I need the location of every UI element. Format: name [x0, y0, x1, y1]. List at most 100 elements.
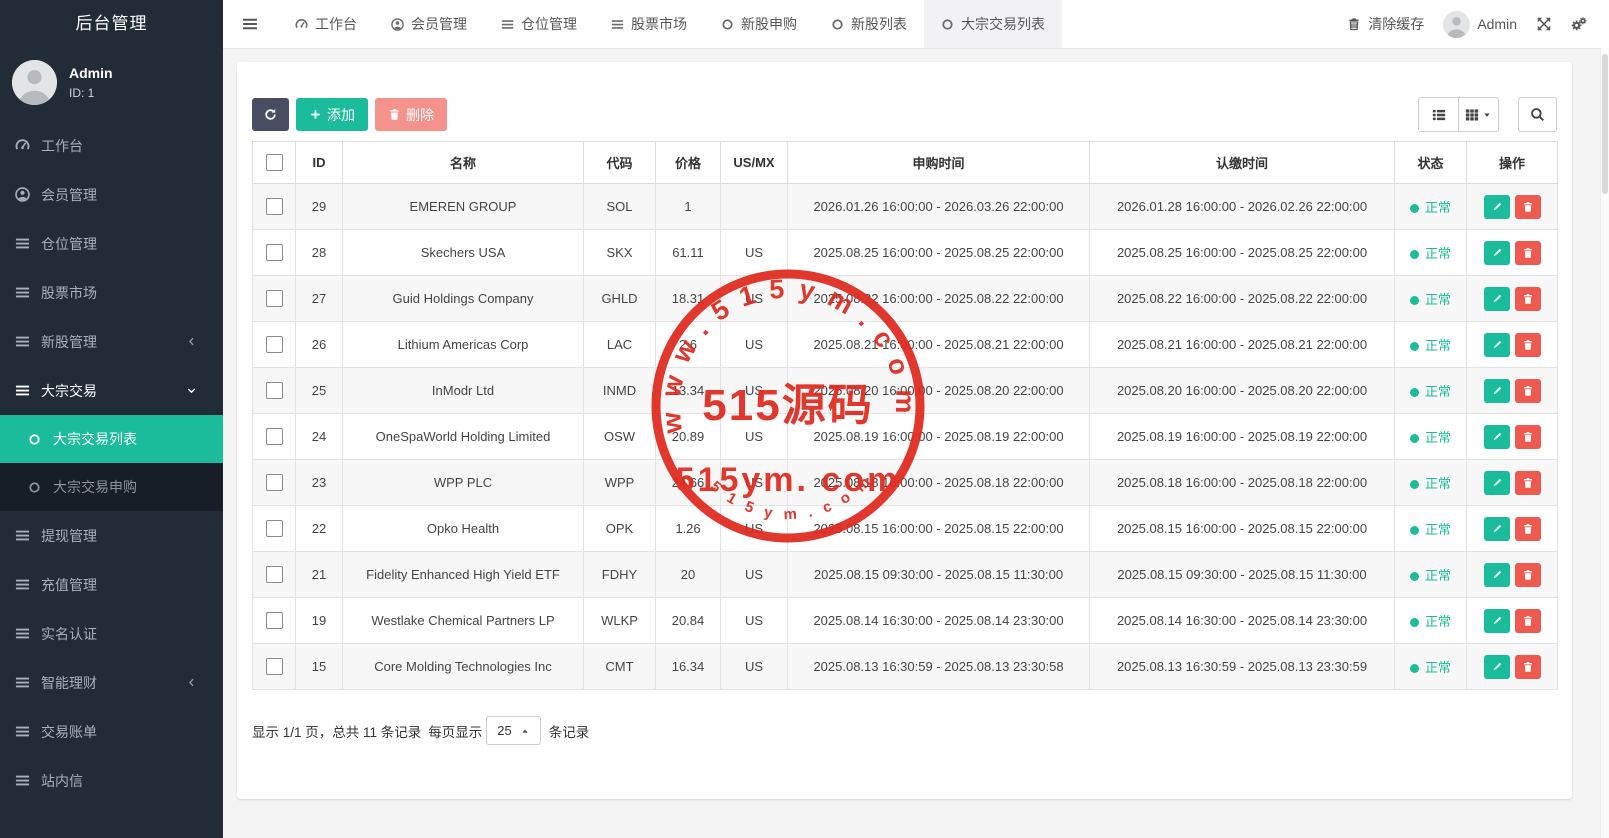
scrollbar-thumb[interactable] [1602, 54, 1608, 194]
cell-name: WPP PLC [343, 460, 584, 506]
navbar-user[interactable]: Admin [1443, 11, 1517, 38]
cell-id: 26 [296, 322, 343, 368]
sidebar-item-withdraw[interactable]: 提现管理 [0, 511, 223, 560]
row-checkbox[interactable] [266, 658, 283, 675]
row-delete-button[interactable] [1515, 655, 1541, 679]
table-row: 21Fidelity Enhanced High Yield ETFFDHY20… [253, 552, 1558, 598]
sidebar-item-members[interactable]: 会员管理 [0, 170, 223, 219]
sidebar-item-block-trade-list[interactable]: 大宗交易列表 [0, 415, 223, 463]
sidebar-item-kyc[interactable]: 实名认证 [0, 609, 223, 658]
nav-tab-stock-market[interactable]: 股票市场 [594, 0, 704, 48]
nav-tab-ipo-subscribe[interactable]: 新股申购 [704, 0, 814, 48]
row-delete-button[interactable] [1515, 379, 1541, 403]
row-edit-button[interactable] [1484, 563, 1510, 587]
row-checkbox[interactable] [266, 198, 283, 215]
cell-apply-time: 2025.08.14 16:30:00 - 2025.08.14 23:30:0… [788, 598, 1090, 644]
page-size-select[interactable]: 25 [486, 716, 540, 745]
user-icon [15, 187, 30, 202]
nav-tab-ipo-list[interactable]: 新股列表 [814, 0, 924, 48]
row-checkbox[interactable] [266, 520, 283, 537]
nav-tab-workbench[interactable]: 工作台 [278, 0, 374, 48]
list-view-button[interactable] [1419, 98, 1458, 131]
row-delete-button[interactable] [1515, 471, 1541, 495]
row-edit-button[interactable] [1484, 425, 1510, 449]
row-checkbox[interactable] [266, 428, 283, 445]
row-delete-button[interactable] [1515, 241, 1541, 265]
add-button[interactable]: 添加 [296, 98, 368, 131]
row-checkbox[interactable] [266, 474, 283, 491]
cell-market: US [721, 598, 788, 644]
select-all-checkbox[interactable] [266, 154, 283, 171]
sidebar-item-deposit[interactable]: 充值管理 [0, 560, 223, 609]
row-delete-button[interactable] [1515, 287, 1541, 311]
fullscreen-icon[interactable] [1536, 16, 1552, 32]
row-delete-button[interactable] [1515, 563, 1541, 587]
content-card: 添加 删除 ID 名称 代码 价格 US/MX 申 [237, 62, 1572, 799]
row-edit-button[interactable] [1484, 655, 1510, 679]
cell-market: US [721, 368, 788, 414]
delete-button[interactable]: 删除 [375, 98, 447, 131]
row-edit-button[interactable] [1484, 471, 1510, 495]
col-subscribe-time: 认缴时间 [1090, 142, 1395, 184]
sidebar-item-block-trade[interactable]: 大宗交易 [0, 366, 223, 415]
sidebar-item-smart-invest[interactable]: 智能理财 [0, 658, 223, 707]
nav-tab-block-trade-list[interactable]: 大宗交易列表 [924, 0, 1062, 48]
row-checkbox[interactable] [266, 382, 283, 399]
status-badge: 正常 [1410, 614, 1451, 629]
row-delete-button[interactable] [1515, 609, 1541, 633]
sidebar-item-workbench[interactable]: 工作台 [0, 121, 223, 170]
cell-name: Lithium Americas Corp [343, 322, 584, 368]
sidebar-item-ipo-management[interactable]: 新股管理 [0, 317, 223, 366]
status-dot-icon [1410, 434, 1419, 443]
settings-gears-icon[interactable] [1571, 16, 1587, 32]
row-delete-button[interactable] [1515, 425, 1541, 449]
status-badge: 正常 [1410, 522, 1451, 537]
sidebar-item-positions[interactable]: 仓位管理 [0, 219, 223, 268]
circle-icon [28, 433, 41, 446]
row-edit-button[interactable] [1484, 287, 1510, 311]
grid-icon [1465, 108, 1479, 122]
sidebar-item-block-trade-subscribe[interactable]: 大宗交易申购 [0, 463, 223, 511]
row-edit-button[interactable] [1484, 609, 1510, 633]
cell-id: 21 [296, 552, 343, 598]
row-delete-button[interactable] [1515, 333, 1541, 357]
row-delete-button[interactable] [1515, 517, 1541, 541]
trash-icon [1522, 661, 1534, 673]
refresh-button[interactable] [252, 98, 289, 131]
view-switch-group [1418, 97, 1499, 132]
clear-cache-button[interactable]: 清除缓存 [1347, 14, 1424, 34]
sidebar-item-trade-bills[interactable]: 交易账单 [0, 707, 223, 756]
row-edit-button[interactable] [1484, 333, 1510, 357]
columns-view-button[interactable] [1458, 98, 1498, 131]
table-row: 15Core Molding Technologies IncCMT16.34U… [253, 644, 1558, 690]
cell-name: Opko Health [343, 506, 584, 552]
sidebar-item-site-message[interactable]: 站内信 [0, 756, 223, 805]
row-checkbox[interactable] [266, 244, 283, 261]
row-checkbox[interactable] [266, 566, 283, 583]
search-button[interactable] [1518, 97, 1557, 132]
cell-subscribe-time: 2025.08.15 09:30:00 - 2025.08.15 11:30:0… [1090, 552, 1395, 598]
pencil-icon [1491, 201, 1503, 213]
row-checkbox[interactable] [266, 336, 283, 353]
menu-toggle-icon[interactable] [242, 16, 258, 32]
row-delete-button[interactable] [1515, 195, 1541, 219]
row-edit-button[interactable] [1484, 379, 1510, 403]
status-badge: 正常 [1410, 476, 1451, 491]
sidebar-item-stock-market[interactable]: 股票市场 [0, 268, 223, 317]
cell-name: Core Molding Technologies Inc [343, 644, 584, 690]
nav-tab-positions[interactable]: 仓位管理 [484, 0, 594, 48]
row-checkbox[interactable] [266, 612, 283, 629]
row-edit-button[interactable] [1484, 195, 1510, 219]
cell-id: 27 [296, 276, 343, 322]
row-edit-button[interactable] [1484, 517, 1510, 541]
row-checkbox[interactable] [266, 290, 283, 307]
pencil-icon [1491, 615, 1503, 627]
row-edit-button[interactable] [1484, 241, 1510, 265]
chevron-down-icon [186, 385, 197, 396]
nav-tab-members[interactable]: 会员管理 [374, 0, 484, 48]
cell-subscribe-time: 2025.08.25 16:00:00 - 2025.08.25 22:00:0… [1090, 230, 1395, 276]
cell-apply-time: 2025.08.13 16:30:59 - 2025.08.13 23:30:5… [788, 644, 1090, 690]
cell-subscribe-time: 2025.08.20 16:00:00 - 2025.08.20 22:00:0… [1090, 368, 1395, 414]
scrollbar[interactable] [1600, 48, 1609, 838]
chevron-left-icon [186, 677, 197, 688]
